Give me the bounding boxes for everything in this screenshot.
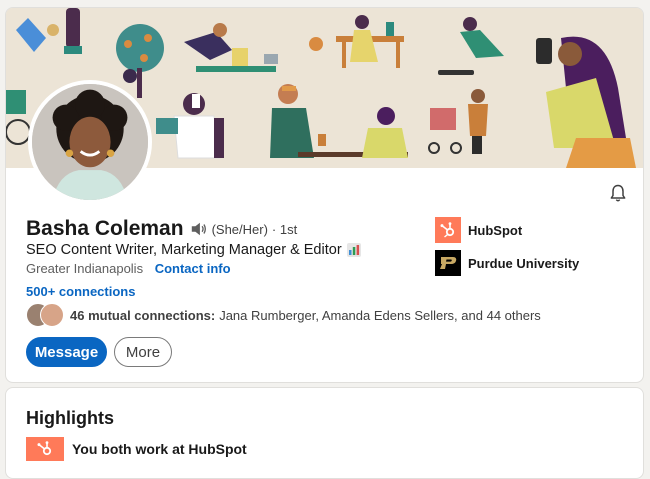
avatar <box>40 303 64 327</box>
bar-chart-icon <box>346 243 361 257</box>
company-purdue[interactable]: Purdue University <box>435 250 579 276</box>
speaker-icon[interactable] <box>190 221 208 237</box>
mutual-avatars <box>26 303 66 327</box>
hubspot-logo-icon <box>26 437 64 461</box>
message-button[interactable]: Message <box>26 337 107 367</box>
more-button[interactable]: More <box>114 337 172 367</box>
profile-name: Basha Coleman <box>26 217 184 240</box>
highlights-card: Highlights You both work at HubSpot <box>5 387 644 479</box>
hubspot-logo-icon <box>435 217 461 243</box>
highlights-title: Highlights <box>26 408 114 428</box>
profile-headline: SEO Content Writer, Marketing Manager & … <box>26 242 342 258</box>
location-row: Greater Indianapolis Contact info <box>26 261 231 276</box>
connections-link[interactable]: 500+ connections <box>26 284 135 299</box>
contact-info-link[interactable]: Contact info <box>155 261 231 276</box>
company-hubspot[interactable]: HubSpot <box>435 217 522 243</box>
pronouns: (She/Her) <box>211 221 268 237</box>
headline-row: SEO Content Writer, Marketing Manager & … <box>26 242 361 258</box>
company-name: HubSpot <box>468 222 523 238</box>
highlight-item[interactable]: You both work at HubSpot <box>26 437 247 461</box>
mutual-connections-row[interactable]: 46 mutual connections: Jana Rumberger, A… <box>26 303 541 327</box>
profile-avatar[interactable] <box>28 80 152 204</box>
name-row: Basha Coleman (She/Her) · 1st <box>26 217 297 241</box>
profile-card: Basha Coleman (She/Her) · 1st SEO Conten… <box>5 7 644 383</box>
school-name: Purdue University <box>468 255 580 271</box>
bell-icon[interactable] <box>608 183 628 203</box>
profile-photo <box>32 84 148 200</box>
purdue-logo-icon <box>435 250 461 276</box>
mutual-count: 46 mutual connections: <box>70 307 216 323</box>
profile-location: Greater Indianapolis <box>26 261 144 276</box>
connection-degree: · 1st <box>271 221 298 237</box>
highlight-text: You both work at HubSpot <box>72 441 247 457</box>
mutual-names: Jana Rumberger, Amanda Edens Sellers, an… <box>219 307 541 323</box>
